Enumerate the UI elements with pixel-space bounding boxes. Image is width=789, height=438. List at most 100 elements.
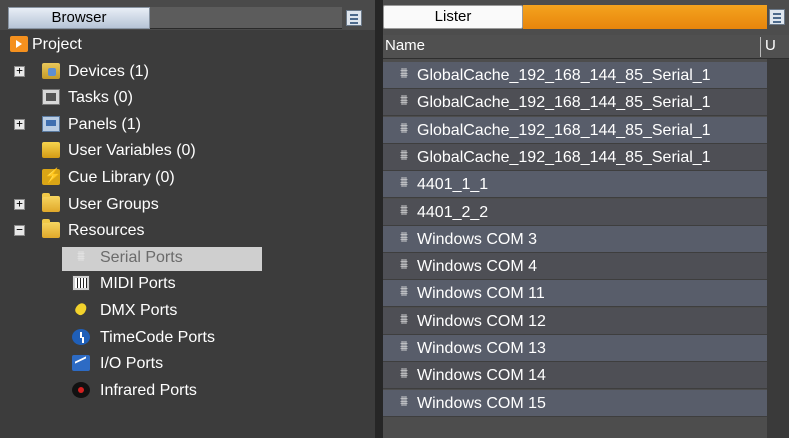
tree-item-panels-1[interactable]: + Panels (1) [0, 112, 375, 138]
tree-item-midi-ports[interactable]: MIDI Ports [0, 271, 375, 297]
io-port-icon [72, 355, 90, 372]
serial-port-icon: ⩩ [399, 174, 408, 192]
port-name: Windows COM 12 [417, 312, 546, 330]
port-name: GlobalCache_192_168_144_85_Serial_1 [417, 121, 711, 139]
browser-panel-menu-icon[interactable] [346, 10, 362, 26]
serial-port-icon: ⩩ [399, 392, 408, 410]
tree-item-infrared-ports[interactable]: Infrared Ports [0, 378, 375, 404]
serial-port-icon: ⩩ [399, 228, 408, 246]
browser-tab-strip [150, 7, 342, 29]
expand-icon[interactable]: + [14, 118, 25, 130]
browser-pane: Browser Project + Devices (1) Tasks (0) + Pan… [0, 0, 375, 438]
port-row[interactable]: ⩩ 4401_2_2 [383, 198, 767, 226]
column-u-header[interactable]: U [765, 37, 776, 54]
serial-port-icon: ⩩ [399, 119, 408, 137]
tree-item-label: I/O Ports [100, 355, 164, 373]
tree-item-project[interactable]: Project [0, 32, 375, 58]
panels-icon [42, 115, 60, 132]
port-row[interactable]: ⩩ Windows COM 11 [383, 280, 767, 308]
tree-item-label: Serial Ports [100, 248, 183, 266]
tree-item-dmx-ports[interactable]: DMX Ports [0, 298, 375, 324]
port-name: 4401_1_1 [417, 176, 489, 194]
lister-pane: Lister Name U ⩩ GlobalCache_192_168_144_8… [383, 0, 789, 438]
lister-tab[interactable]: Lister [383, 5, 523, 29]
tree-item-resources[interactable]: − Resources [0, 218, 375, 244]
port-name: Windows COM 15 [417, 394, 546, 412]
tree-item-user-groups[interactable]: + User Groups [0, 192, 375, 218]
folder-icon [42, 219, 60, 239]
serial-port-icon: ⩩ [399, 65, 408, 82]
infrared-port-icon [72, 381, 90, 398]
folder-icon [42, 192, 60, 212]
tree-item-i-o-ports[interactable]: I/O Ports [0, 351, 375, 377]
tree-item-label: User Variables (0) [68, 142, 196, 160]
serial-port-icon: ⩩ [76, 247, 85, 265]
collapse-icon[interactable]: − [14, 224, 25, 237]
tree-item-label: Infrared Ports [100, 381, 197, 399]
port-row[interactable]: ⩩ Windows COM 12 [383, 307, 767, 335]
serial-port-icon: ⩩ [399, 256, 408, 274]
port-row[interactable]: ⩩ Windows COM 13 [383, 335, 767, 362]
expand-icon[interactable]: + [14, 198, 25, 210]
tree-item-label: Resources [68, 222, 145, 240]
serial-port-icon: ⩩ [399, 201, 408, 219]
tree-item-serial-ports[interactable]: ⩩ Serial Ports [0, 245, 375, 271]
port-name: Windows COM 3 [417, 230, 538, 248]
browser-header: Browser [0, 0, 375, 30]
port-row[interactable]: ⩩ Windows COM 14 [383, 362, 767, 390]
port-name: Windows COM 4 [417, 258, 538, 276]
browser-tab[interactable]: Browser [8, 7, 150, 29]
user-variables-icon [42, 142, 60, 159]
column-name-header[interactable]: Name [385, 37, 425, 54]
port-row[interactable]: ⩩ Windows COM 15 [383, 389, 767, 417]
port-name: GlobalCache_192_168_144_85_Serial_1 [417, 67, 711, 84]
lister-scroll-area [767, 59, 789, 438]
port-row[interactable]: ⩩ Windows COM 3 [383, 225, 767, 253]
pane-splitter[interactable] [375, 0, 383, 438]
lister-tab-strip [523, 5, 767, 29]
tree-item-label: Tasks (0) [68, 89, 133, 107]
lister-panel-menu-icon[interactable] [769, 9, 785, 25]
expand-icon[interactable]: + [14, 65, 25, 77]
tree-item-label: TimeCode Ports [100, 328, 215, 346]
midi-port-icon [72, 275, 90, 292]
port-row[interactable]: ⩩ 4401_1_1 [383, 171, 767, 199]
tree-item-tasks-0[interactable]: Tasks (0) [0, 85, 375, 111]
tree-item-label: Cue Library (0) [68, 169, 175, 186]
lister-header: Lister [383, 0, 789, 34]
port-row[interactable]: ⩩ GlobalCache_192_168_144_85_Serial_1 [383, 116, 767, 144]
tree-item-devices-1[interactable]: + Devices (1) [0, 59, 375, 85]
serial-port-icon: ⩩ [399, 310, 408, 328]
serial-port-icon: ⩩ [399, 365, 408, 383]
tasks-icon [42, 89, 60, 106]
tree-item-label: Devices (1) [68, 62, 149, 80]
devices-icon [42, 62, 60, 79]
tree-item-user-variables-0[interactable]: User Variables (0) [0, 138, 375, 164]
column-header: Name U [383, 35, 789, 59]
serial-port-icon: ⩩ [399, 146, 408, 164]
tree-item-cue-library-0[interactable]: Cue Library (0) [0, 165, 375, 191]
column-separator[interactable] [760, 37, 761, 57]
port-name: Windows COM 11 [417, 285, 545, 303]
port-name: GlobalCache_192_168_144_85_Serial_1 [417, 148, 711, 166]
cue-library-icon [42, 167, 61, 185]
port-name: 4401_2_2 [417, 203, 489, 221]
dmx-port-icon [72, 302, 90, 318]
tree-item-label: DMX Ports [100, 302, 178, 319]
port-row[interactable]: ⩩ GlobalCache_192_168_144_85_Serial_1 [383, 89, 767, 117]
tree-item-label: User Groups [68, 195, 159, 213]
tree-item-label: Project [32, 36, 82, 53]
port-row[interactable]: ⩩ Windows COM 4 [383, 253, 767, 281]
port-name: GlobalCache_192_168_144_85_Serial_1 [417, 94, 711, 112]
serial-port-icon: ⩩ [399, 338, 408, 355]
port-row[interactable]: ⩩ GlobalCache_192_168_144_85_Serial_1 [383, 62, 767, 89]
timecode-port-icon [72, 328, 90, 345]
project-icon [10, 36, 28, 52]
serial-port-icon: ⩩ [399, 283, 408, 301]
tree-item-label: Panels (1) [68, 115, 141, 133]
port-row[interactable]: ⩩ GlobalCache_192_168_144_85_Serial_1 [383, 143, 767, 171]
port-name: Windows COM 13 [417, 340, 546, 357]
tree-item-label: MIDI Ports [100, 275, 176, 293]
serial-port-icon: ⩩ [399, 92, 408, 110]
tree-item-timecode-ports[interactable]: TimeCode Ports [0, 325, 375, 351]
